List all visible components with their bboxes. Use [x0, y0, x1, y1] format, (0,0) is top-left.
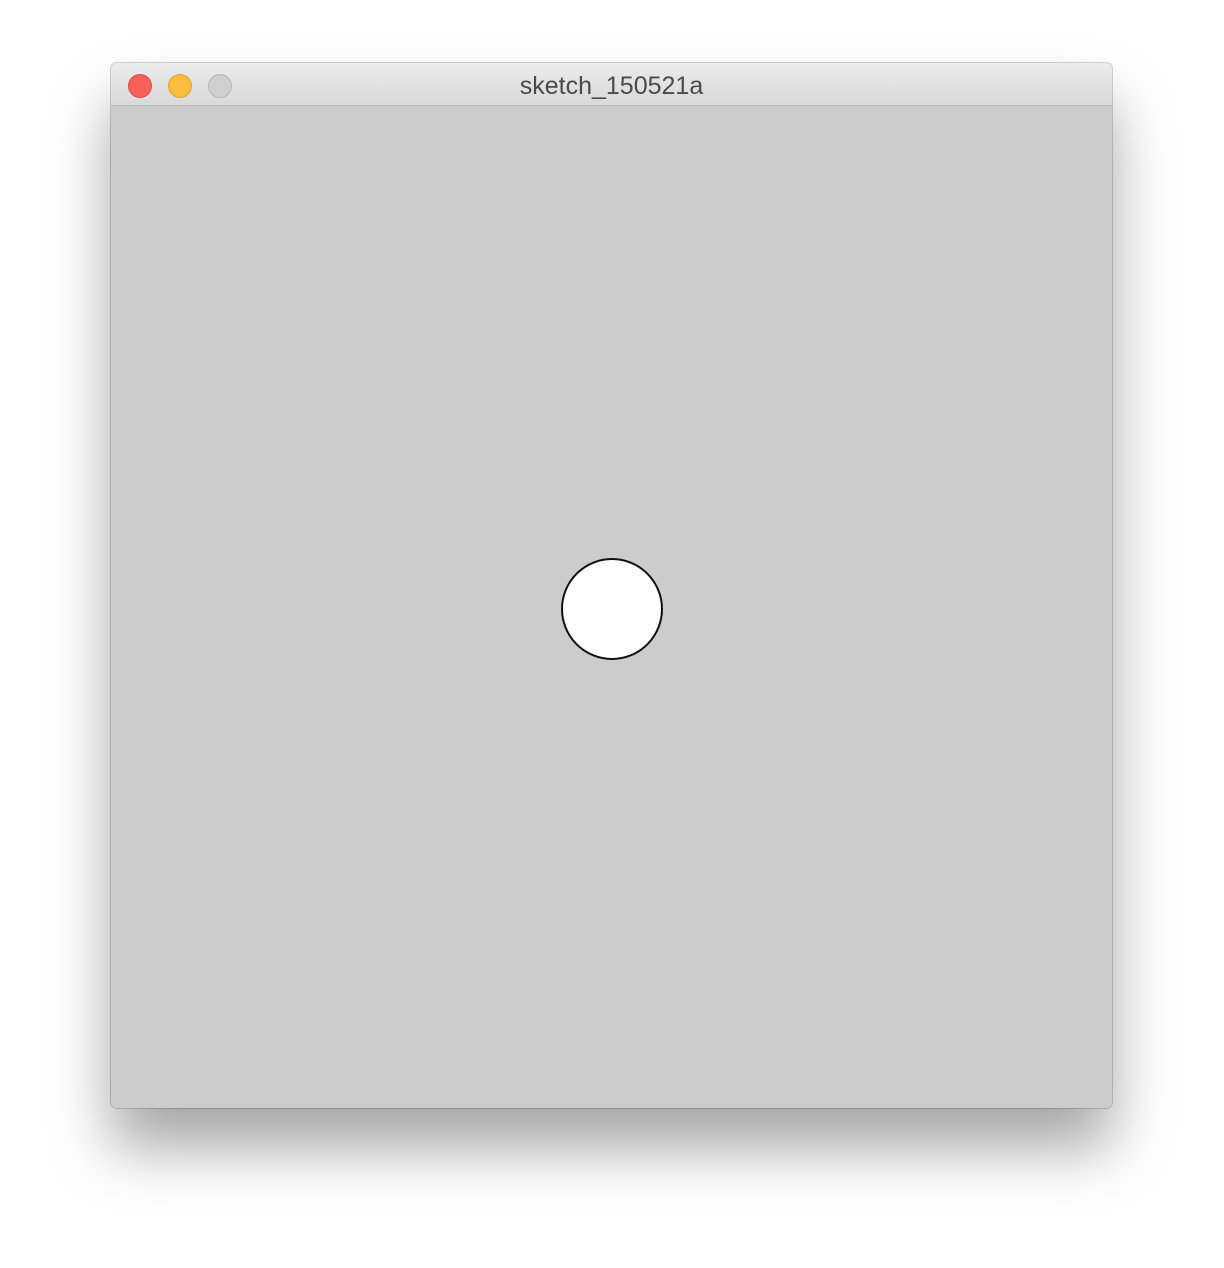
- app-window: sketch_150521a: [111, 63, 1112, 1108]
- circle-shape: [561, 558, 663, 660]
- title-bar[interactable]: sketch_150521a: [111, 63, 1112, 106]
- window-title: sketch_150521a: [519, 72, 704, 100]
- sketch-canvas[interactable]: [111, 106, 1112, 1108]
